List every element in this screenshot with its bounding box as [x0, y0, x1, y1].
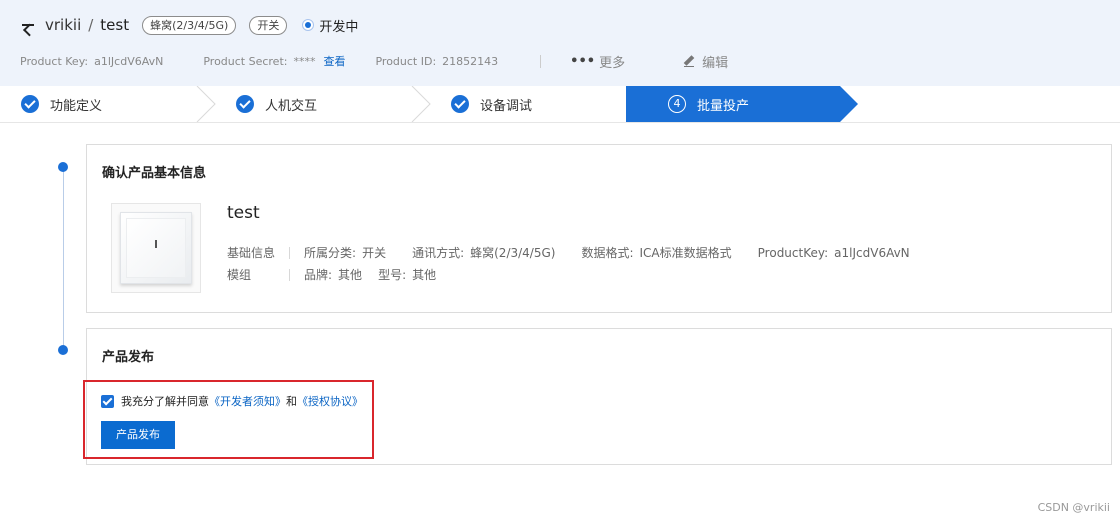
arrow-left-icon[interactable] — [20, 17, 36, 33]
product-secret-label: Product Secret: — [203, 54, 288, 68]
step-number: 4 — [668, 95, 686, 113]
product-secret-item: Product Secret: **** 查看 — [203, 53, 345, 69]
product-header: vrikii / test 蜂窝(2/3/4/5G) 开关 开发中 Produc… — [0, 0, 1120, 86]
field-value: 其他 — [338, 268, 363, 282]
step-separator-icon — [196, 86, 216, 122]
agreement-row: 我充分了解并同意 《开发者须知》 和 《授权协议》 — [101, 393, 363, 409]
step-feature-definition[interactable]: 功能定义 — [21, 86, 102, 122]
field-key: ProductKey: — [757, 245, 829, 260]
field-value: a1lJcdV6AvN — [834, 245, 910, 260]
publish-card: 产品发布 我充分了解并同意 《开发者须知》 和 《授权协议》 产品发布 — [86, 328, 1112, 465]
brand-field: 品牌: 其他 — [304, 266, 362, 283]
step-separator-icon — [411, 86, 431, 122]
meta-divider — [540, 54, 542, 68]
field-key: 所属分类: — [304, 246, 357, 260]
agree-checkbox[interactable] — [101, 394, 114, 408]
step-label: 批量投产 — [697, 98, 750, 114]
basic-info-row: 基础信息 所属分类: 开关 通讯方式: 蜂窝(2/3/4/5G) 数据格式: I… — [227, 244, 936, 261]
watermark: CSDN @vrikii — [1037, 501, 1110, 514]
product-key-item: Product Key: a1lJcdV6AvN — [20, 55, 163, 68]
product-id-label: Product ID: — [375, 54, 437, 68]
breadcrumb-separator: / — [88, 16, 94, 34]
switch-image-icon — [120, 212, 192, 284]
product-key-value: a1lJcdV6AvN — [94, 54, 164, 68]
network-field: 通讯方式: 蜂窝(2/3/4/5G) — [412, 244, 555, 261]
status-label: 开发中 — [319, 19, 359, 35]
product-key-field: ProductKey: a1lJcdV6AvN — [758, 246, 910, 260]
step-mass-production[interactable]: 4 批量投产 — [626, 86, 858, 122]
check-circle-icon — [21, 95, 39, 113]
product-name: test — [227, 203, 260, 223]
basic-info-card: 确认产品基本信息 test 基础信息 所属分类: 开关 通讯方式: 蜂窝(2/3… — [86, 144, 1112, 313]
step-label: 设备调试 — [480, 98, 533, 114]
status-dot-icon — [302, 19, 315, 31]
active-step-content: 4 批量投产 — [668, 86, 749, 122]
agree-middle: 和 — [286, 395, 297, 408]
timeline-dot — [58, 345, 68, 355]
product-title: test — [100, 16, 130, 34]
field-key: 型号: — [378, 268, 407, 282]
data-format-field: 数据格式: ICA标准数据格式 — [581, 244, 731, 261]
product-meta-row: Product Key: a1lJcdV6AvN Product Secret:… — [20, 52, 728, 71]
switch-mark — [155, 240, 157, 248]
check-circle-icon — [236, 95, 254, 113]
more-dots-icon: ••• — [570, 53, 596, 69]
module-label: 模组 — [227, 268, 252, 282]
product-id-value: 21852143 — [442, 54, 499, 68]
timeline-dot — [58, 162, 68, 172]
more-button[interactable]: ••• 更多 — [570, 52, 625, 71]
field-key: 品牌: — [304, 268, 333, 282]
field-value: ICA标准数据格式 — [639, 246, 732, 260]
field-value: 开关 — [362, 246, 387, 260]
row-divider — [289, 246, 291, 259]
step-label: 功能定义 — [50, 98, 103, 114]
card-title: 确认产品基本信息 — [102, 166, 207, 181]
title-row: vrikii / test 蜂窝(2/3/4/5G) 开关 开发中 — [20, 12, 358, 38]
field-value: 其他 — [412, 268, 437, 282]
step-hmi[interactable]: 人机交互 — [236, 86, 317, 122]
view-secret-link[interactable]: 查看 — [323, 53, 345, 69]
product-image — [111, 203, 201, 293]
progress-steps: 功能定义 人机交互 设备调试 4 批量投产 — [0, 86, 1120, 123]
card-title: 产品发布 — [102, 350, 155, 365]
category-field: 所属分类: 开关 — [304, 244, 386, 261]
status-indicator: 开发中 — [302, 16, 358, 35]
pencil-icon — [683, 54, 697, 68]
step-device-debug[interactable]: 设备调试 — [451, 86, 532, 122]
timeline-line — [63, 168, 64, 350]
row-divider — [289, 268, 290, 281]
edit-button[interactable]: 编辑 — [683, 52, 728, 71]
network-tag: 蜂窝(2/3/4/5G) — [142, 15, 237, 35]
developer-notice-link[interactable]: 《开发者须知》 — [209, 393, 286, 409]
publish-button[interactable]: 产品发布 — [101, 421, 175, 449]
product-secret-value: **** — [293, 54, 316, 68]
check-circle-icon — [451, 95, 469, 113]
field-key: 数据格式: — [581, 246, 634, 260]
module-row: 模组 品牌: 其他 型号: 其他 — [227, 266, 462, 283]
category-tag: 开关 — [249, 15, 288, 35]
product-key-label: Product Key: — [20, 54, 89, 68]
field-key: 通讯方式: — [412, 246, 465, 260]
breadcrumb-parent[interactable]: vrikii — [45, 16, 81, 34]
agree-prefix: 我充分了解并同意 — [121, 395, 209, 408]
more-label: 更多 — [599, 55, 626, 71]
switch-face — [126, 218, 186, 278]
step-label: 人机交互 — [265, 98, 318, 114]
basic-info-label: 基础信息 — [227, 246, 276, 260]
edit-label: 编辑 — [702, 55, 729, 71]
model-field: 型号: 其他 — [378, 266, 436, 283]
license-agreement-link[interactable]: 《授权协议》 — [297, 393, 363, 409]
product-id-item: Product ID: 21852143 — [375, 55, 498, 68]
field-value: 蜂窝(2/3/4/5G) — [470, 246, 556, 260]
